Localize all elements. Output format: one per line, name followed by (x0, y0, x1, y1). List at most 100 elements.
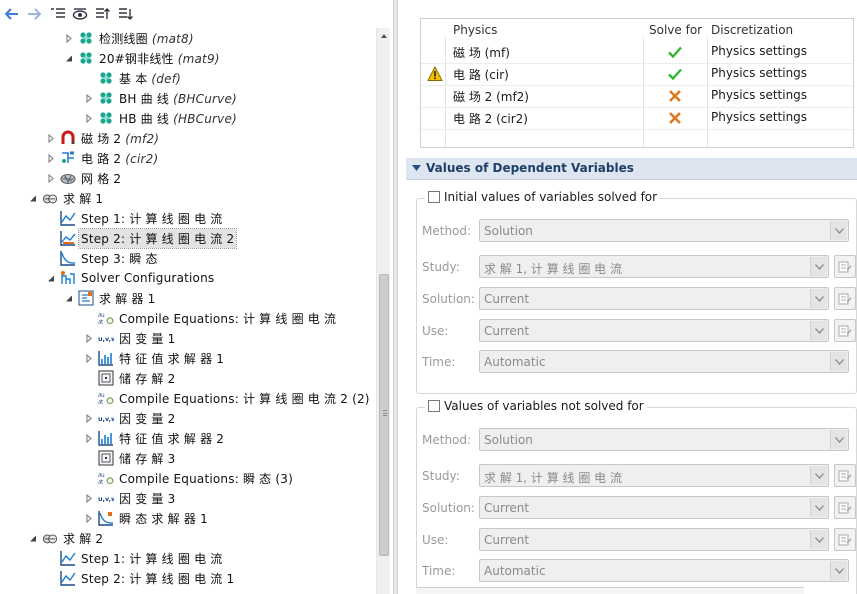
solution-select[interactable]: Current (479, 287, 829, 310)
collapse-arrow-icon[interactable] (64, 288, 74, 308)
tree-node[interactable]: 磁 场 2 (mf2) (0, 128, 376, 148)
forward-arrow-icon[interactable] (26, 6, 42, 22)
time-select[interactable]: Automatic (479, 350, 849, 373)
chevron-down-icon[interactable] (830, 352, 847, 371)
tree-node[interactable]: Step 2: 计 算 线 圈 电 流 1 (0, 568, 376, 588)
expand-arrow-icon[interactable] (84, 88, 94, 108)
tree-node-text: Solver Configurations (81, 271, 215, 285)
expand-arrow-icon[interactable] (84, 348, 94, 368)
not-solved-values-checkbox[interactable] (428, 400, 440, 412)
study-select[interactable]: 求 解 1, 计 算 线 圈 电 流 (479, 464, 829, 487)
chevron-down-icon[interactable] (810, 498, 827, 517)
collapse-arrow-icon[interactable] (46, 268, 56, 288)
expand-arrow-icon[interactable] (46, 148, 56, 168)
show-list-icon[interactable] (50, 6, 66, 22)
tree-node[interactable]: 瞬 态 求 解 器 1 (0, 508, 376, 528)
tree-node[interactable]: 网 格 2 (0, 168, 376, 188)
tree-node[interactable]: u,v,w 因 变 量 1 (0, 328, 376, 348)
scroll-up-icon[interactable] (379, 30, 389, 40)
solution-select[interactable]: Current (479, 496, 829, 519)
expand-arrow-icon[interactable] (84, 408, 94, 428)
tree-node[interactable]: Step 1: 计 算 线 圈 电 流 (0, 208, 376, 228)
back-arrow-icon[interactable] (4, 6, 20, 22)
method-select[interactable]: Solution (479, 428, 849, 451)
physics-table-row[interactable]: 磁 场 2 (mf2) Physics settings (421, 85, 853, 107)
chevron-down-icon[interactable] (830, 430, 847, 449)
tree-node-text: HB 曲 线 (119, 111, 170, 126)
physics-table-row[interactable]: 磁 场 (mf) Physics settings (421, 41, 853, 63)
chevron-down-icon[interactable] (810, 289, 827, 308)
collapse-arrow-icon[interactable] (64, 48, 74, 68)
time-select[interactable]: Automatic (479, 559, 849, 582)
expand-arrow-icon[interactable] (84, 508, 94, 528)
time-label: Time: (422, 564, 456, 578)
use-select[interactable]: Current (479, 319, 829, 342)
expand-arrow-icon[interactable] (84, 488, 94, 508)
chevron-down-icon[interactable] (810, 257, 827, 276)
tree-scrollbar[interactable] (376, 28, 390, 594)
tree-node[interactable]: 储 存 解 2 (0, 368, 376, 388)
tree-node[interactable]: ∂u ∂t Compile Equations: 计 算 线 圈 电 流 (0, 308, 376, 328)
tree-node[interactable]: 特 征 值 求 解 器 1 (0, 348, 376, 368)
tree-node[interactable]: 20#钢非线性 (mat9) (0, 48, 376, 68)
chevron-down-icon[interactable] (810, 321, 827, 340)
tree-node[interactable]: 储 存 解 3 (0, 448, 376, 468)
solve-cross-icon[interactable] (667, 88, 683, 104)
compile-equations-icon: ∂u ∂t (98, 310, 114, 326)
tree-node[interactable]: Step 1: 计 算 线 圈 电 流 (0, 548, 376, 568)
sort-down-icon[interactable] (118, 6, 134, 22)
tree-node[interactable]: 基 本 (def) (0, 68, 376, 88)
solve-check-icon[interactable] (667, 66, 683, 82)
view-icon[interactable] (72, 6, 88, 22)
tree-node[interactable]: u,v,w 因 变 量 3 (0, 488, 376, 508)
chevron-down-icon[interactable] (830, 221, 847, 240)
model-tree[interactable]: 检测线圈 (mat8) 20#钢非线性 (mat9) 基 本 (def) BH 曲 线 (BH… (0, 28, 376, 594)
go-to-source-icon[interactable] (834, 528, 856, 551)
tree-node[interactable]: Solver Configurations (0, 268, 376, 288)
go-to-source-icon[interactable] (834, 319, 856, 342)
expand-arrow-icon[interactable] (64, 28, 74, 48)
tree-node[interactable]: Step 2: 计 算 线 圈 电 流 2 (0, 227, 376, 249)
tree-node[interactable]: 求 解 1 (0, 188, 376, 208)
expand-arrow-icon[interactable] (84, 108, 94, 128)
solve-check-icon[interactable] (667, 44, 683, 60)
collapse-caret-icon[interactable] (412, 165, 421, 172)
scrollbar-thumb[interactable] (379, 274, 389, 556)
chevron-down-icon[interactable] (830, 561, 847, 580)
chevron-down-icon[interactable] (810, 530, 827, 549)
go-to-source-icon[interactable] (834, 496, 856, 519)
go-to-source-icon[interactable] (834, 255, 856, 278)
expand-arrow-icon[interactable] (84, 428, 94, 448)
bottom-scrollbar[interactable] (416, 587, 804, 594)
study-select[interactable]: 求 解 1, 计 算 线 圈 电 流 (479, 255, 829, 278)
collapse-arrow-icon[interactable] (28, 188, 38, 208)
tree-node[interactable]: BH 曲 线 (BHCurve) (0, 88, 376, 108)
tree-node[interactable]: Step 3: 瞬 态 (0, 248, 376, 268)
tree-node[interactable]: ∂u ∂t Compile Equations: 计 算 线 圈 电 流 2 (2) (0, 388, 376, 408)
expand-arrow-icon[interactable] (46, 168, 56, 188)
tree-node[interactable]: 电 路 2 (cir2) (0, 148, 376, 168)
tree-node[interactable]: u,v,w 因 变 量 2 (0, 408, 376, 428)
tree-node[interactable]: ∂u ∂t Compile Equations: 瞬 态 (3) (0, 468, 376, 488)
initial-values-checkbox[interactable] (428, 191, 440, 203)
use-select[interactable]: Current (479, 528, 829, 551)
tree-node-label: Compile Equations: 计 算 线 圈 电 流 2 (2) (117, 389, 372, 408)
chevron-down-icon[interactable] (810, 466, 827, 485)
tree-node[interactable]: 求 解 2 (0, 528, 376, 548)
solve-cross-icon[interactable] (667, 110, 683, 126)
physics-table-row[interactable]: 电 路 (cir) Physics settings (421, 63, 853, 85)
tree-node[interactable]: 求 解 器 1 (0, 288, 376, 308)
expand-arrow-icon[interactable] (46, 128, 56, 148)
go-to-source-icon[interactable] (834, 287, 856, 310)
tree-node[interactable]: 检测线圈 (mat8) (0, 28, 376, 48)
tree-node[interactable]: 特 征 值 求 解 器 2 (0, 428, 376, 448)
section-values-of-dependent-variables[interactable]: Values of Dependent Variables (406, 158, 857, 180)
sort-up-icon[interactable] (95, 6, 111, 22)
expand-arrow-icon[interactable] (84, 328, 94, 348)
go-to-source-icon[interactable] (834, 464, 856, 487)
physics-table-row[interactable]: 电 路 2 (cir2) Physics settings (421, 107, 853, 129)
solution-value: Current (484, 501, 530, 515)
collapse-arrow-icon[interactable] (28, 528, 38, 548)
tree-node[interactable]: HB 曲 线 (HBCurve) (0, 108, 376, 128)
method-select[interactable]: Solution (479, 219, 849, 242)
